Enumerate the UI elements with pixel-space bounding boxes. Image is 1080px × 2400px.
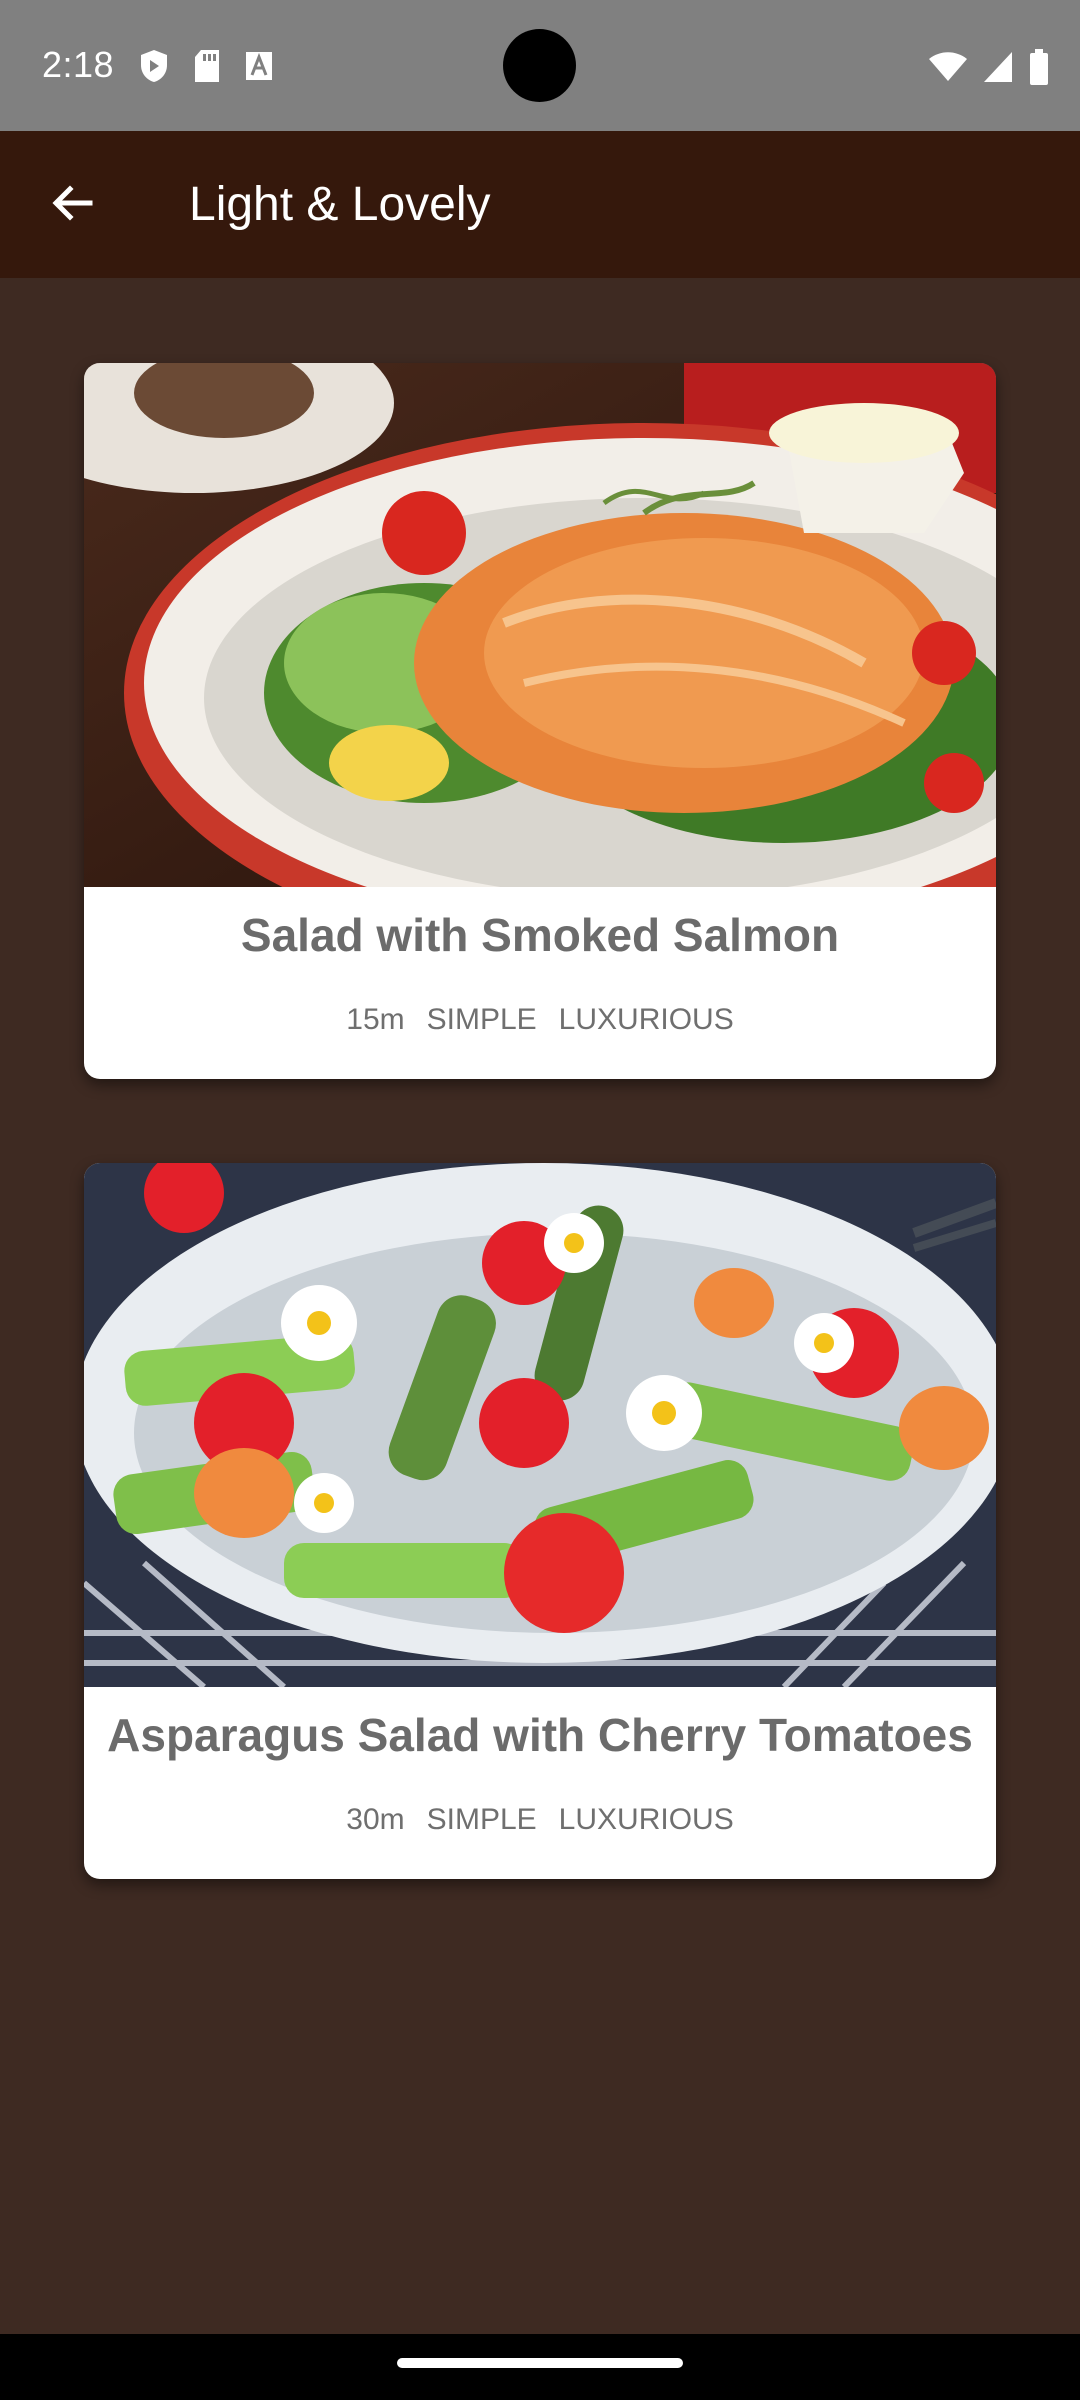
meal-card[interactable]: Asparagus Salad with Cherry Tomatoes 30m… — [84, 1163, 996, 1879]
wifi-icon — [928, 51, 968, 88]
meal-title: Asparagus Salad with Cherry Tomatoes — [107, 1709, 973, 1761]
status-time: 2:18 — [42, 44, 115, 85]
meal-duration: 30m — [346, 1803, 405, 1836]
status-bar: 2:18 — [0, 0, 1080, 131]
meal-affordability: LUXURIOUS — [558, 1003, 734, 1036]
shield-icon — [138, 48, 170, 89]
app-bar: Light & Lovely — [0, 131, 1080, 278]
meal-affordability: LUXURIOUS — [558, 1803, 734, 1836]
font-icon — [244, 48, 274, 89]
meal-meta: 30m SIMPLE LUXURIOUS — [84, 1803, 996, 1837]
sd-card-icon — [192, 48, 222, 89]
arrow-back-icon — [50, 181, 94, 230]
meal-complexity: SIMPLE — [426, 1003, 537, 1036]
asparagus-salad-image — [84, 1163, 996, 1687]
meal-meta: 15m SIMPLE LUXURIOUS — [84, 1003, 996, 1037]
battery-icon — [1028, 48, 1050, 91]
camera-cutout — [503, 29, 576, 102]
meal-card[interactable]: Salad with Smoked Salmon 15m SIMPLE LUXU… — [84, 363, 996, 1079]
back-button[interactable] — [34, 167, 110, 243]
meal-title: Salad with Smoked Salmon — [240, 909, 840, 961]
meal-complexity: SIMPLE — [426, 1803, 537, 1836]
cell-signal-icon — [982, 50, 1014, 89]
meal-duration: 15m — [346, 1003, 405, 1036]
page-title: Light & Lovely — [189, 178, 491, 231]
meal-list: Salad with Smoked Salmon 15m SIMPLE LUXU… — [0, 278, 1080, 2334]
system-nav-bar — [0, 2334, 1080, 2400]
salmon-salad-image — [84, 363, 996, 887]
home-gesture-bar[interactable] — [397, 2358, 683, 2368]
